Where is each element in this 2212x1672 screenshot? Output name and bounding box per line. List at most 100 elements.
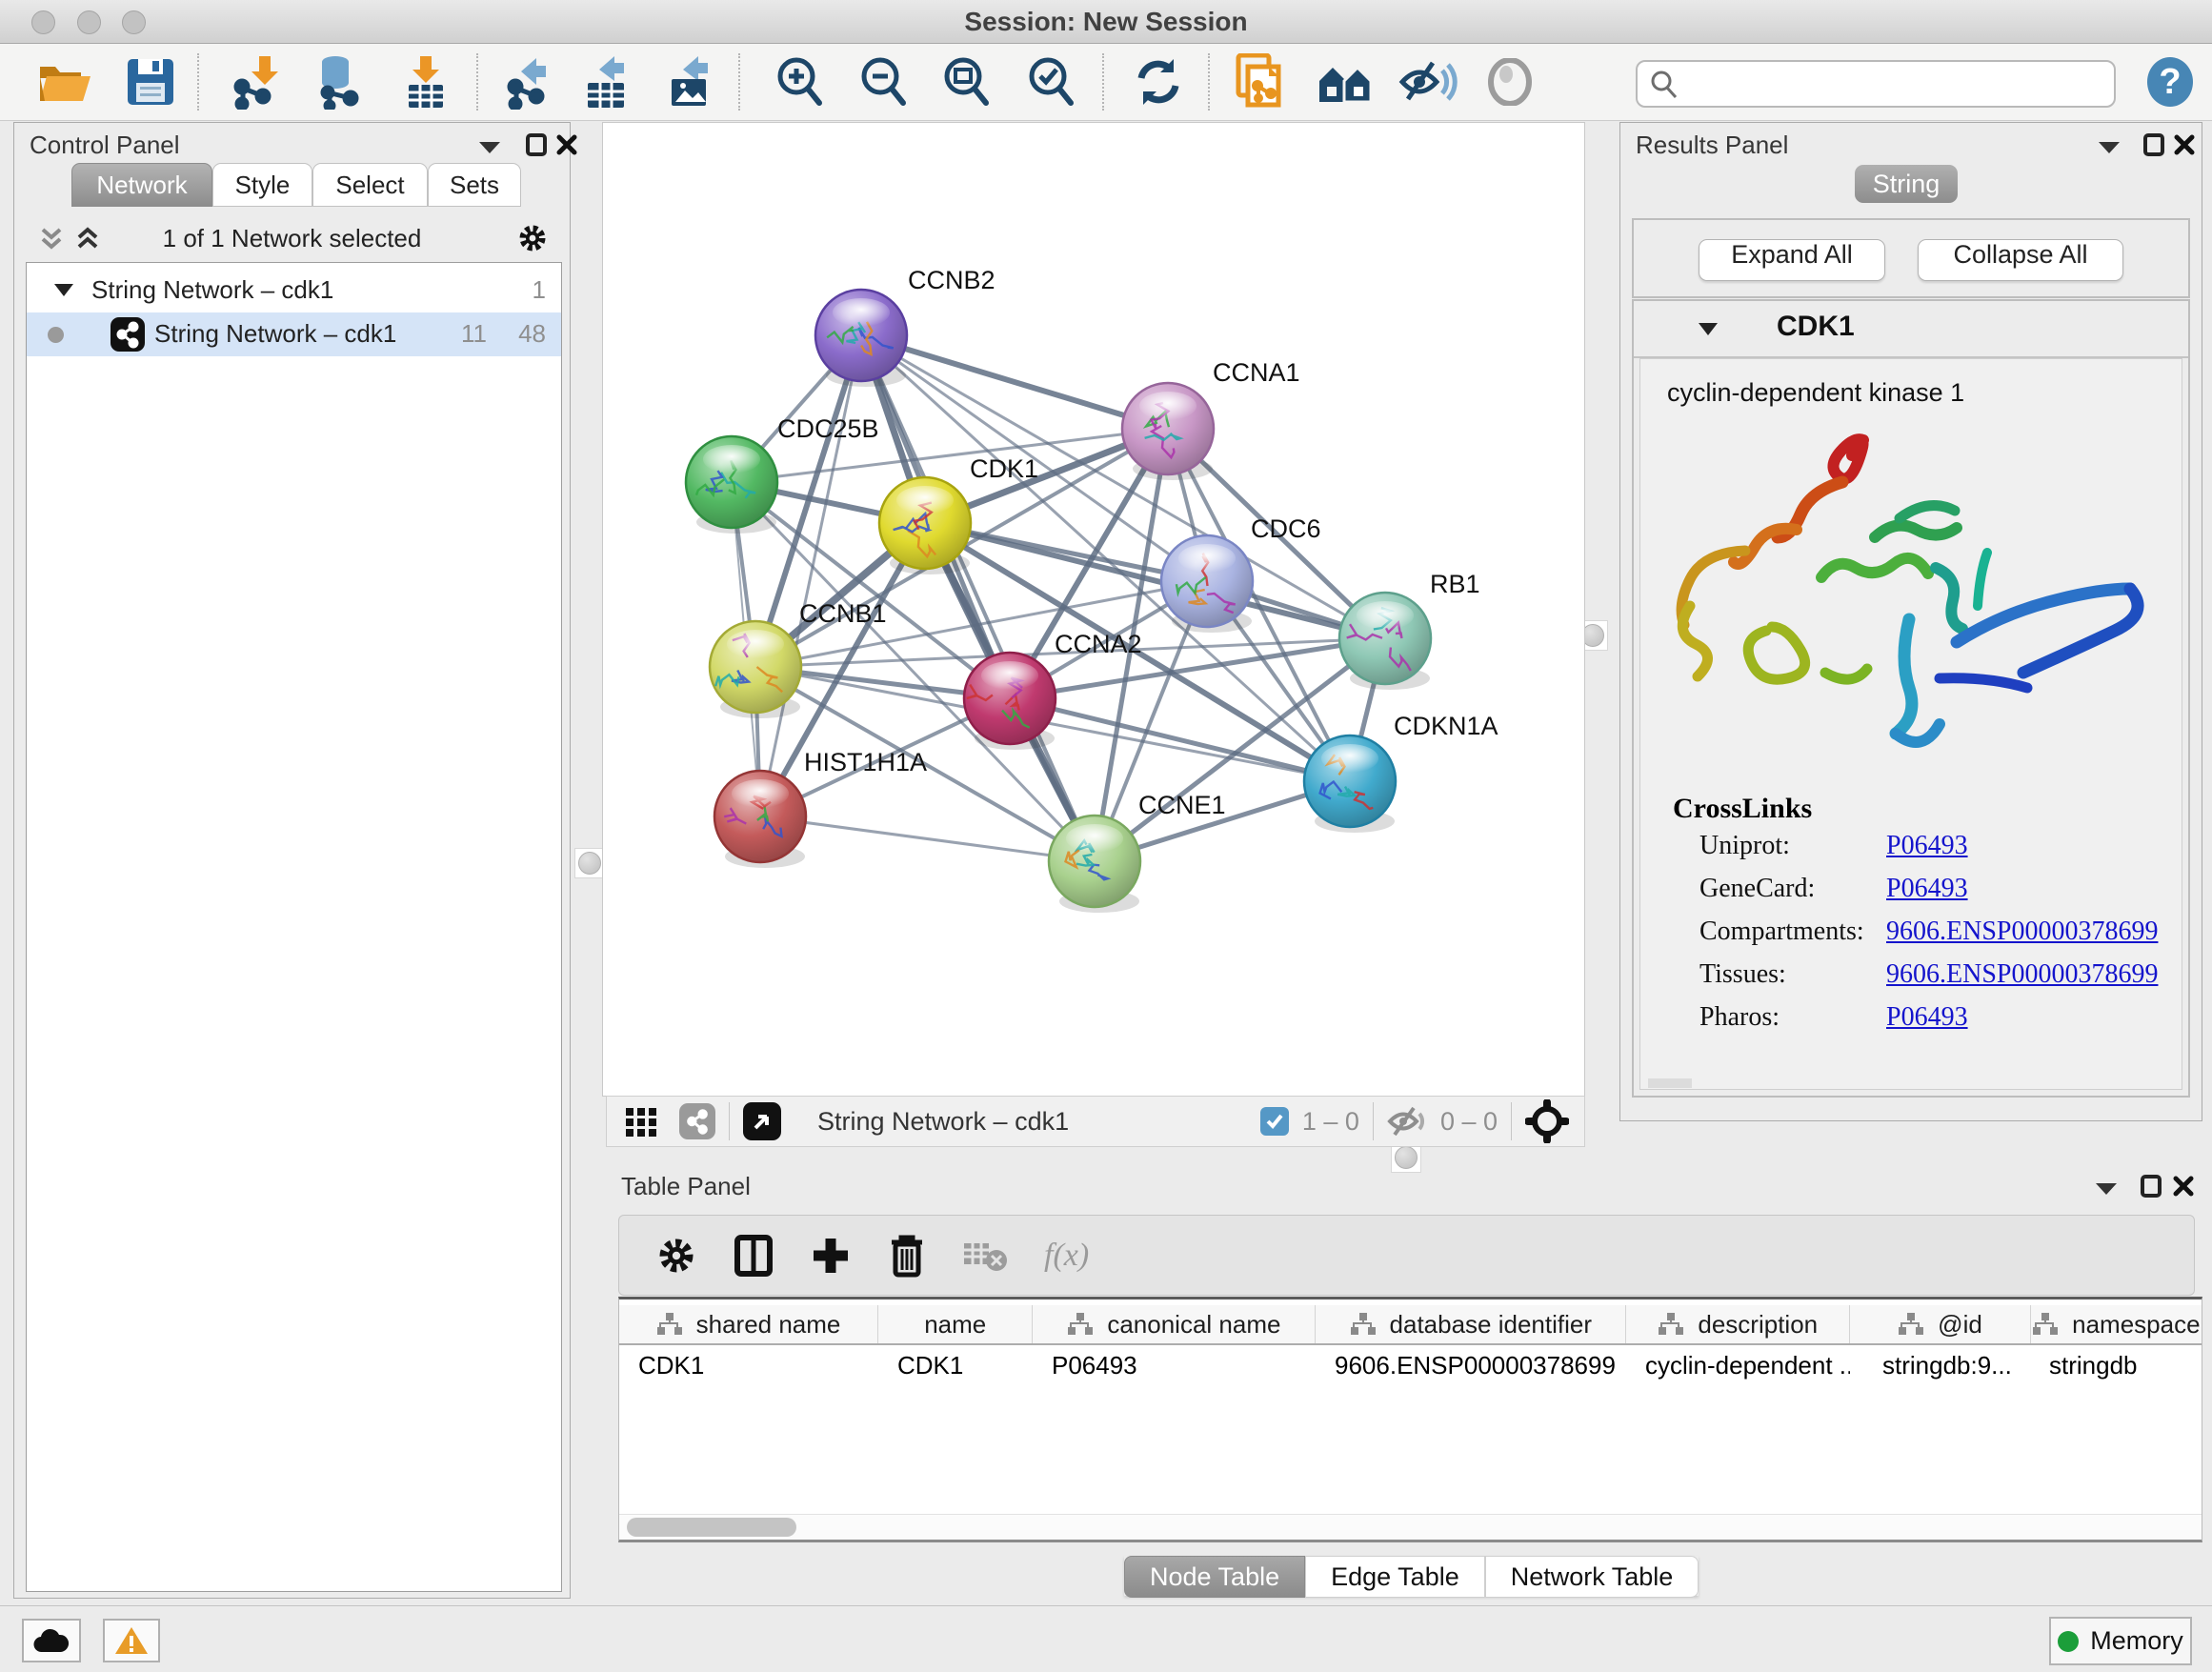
- zoom-in-button[interactable]: [766, 51, 835, 112]
- network-edge[interactable]: [861, 335, 1168, 429]
- network-node-CDKN1A[interactable]: [1304, 735, 1396, 833]
- network-row-selected[interactable]: String Network – cdk1 11 48: [27, 312, 561, 356]
- crosshair-icon[interactable]: [1525, 1099, 1569, 1143]
- show-column-button[interactable]: [734, 1234, 774, 1278]
- show-all-button[interactable]: [1476, 51, 1544, 112]
- tab-edge-table[interactable]: Edge Table: [1305, 1556, 1485, 1598]
- export-network-button[interactable]: [494, 51, 563, 112]
- float-panel-icon[interactable]: [525, 132, 548, 157]
- tab-style[interactable]: Style: [212, 163, 312, 207]
- tab-node-table[interactable]: Node Table: [1124, 1556, 1305, 1598]
- export-image-button[interactable]: [656, 51, 725, 112]
- node-table: shared name name canonical name database…: [618, 1297, 2202, 1542]
- tab-network-table[interactable]: Network Table: [1485, 1556, 1699, 1598]
- zoom-selected-icon: [1025, 55, 1078, 109]
- protein-entry-header[interactable]: CDK1: [1634, 301, 2188, 358]
- network-node-CCNB2[interactable]: [815, 290, 907, 387]
- import-table-button[interactable]: [392, 51, 460, 112]
- selected-nodes-checkbox[interactable]: [1260, 1107, 1289, 1136]
- crosslink-link[interactable]: P06493: [1886, 1002, 1968, 1033]
- network-edge[interactable]: [760, 816, 1095, 861]
- hide-selected-button[interactable]: [1394, 51, 1462, 112]
- network-from-selection-button[interactable]: [1226, 51, 1295, 112]
- column-header[interactable]: namespace: [2031, 1305, 2202, 1343]
- network-node-RB1[interactable]: [1339, 593, 1431, 690]
- network-node-CCNE1[interactable]: [1049, 816, 1140, 913]
- scrollbar-thumb[interactable]: [627, 1518, 796, 1537]
- crosslink-row: GeneCard: P06493: [1640, 874, 2182, 917]
- close-panel-icon[interactable]: [2173, 132, 2196, 157]
- crosslink-link[interactable]: P06493: [1886, 831, 1968, 861]
- network-collection-row[interactable]: String Network – cdk1 1: [27, 269, 561, 312]
- collapse-all-button[interactable]: Collapse All: [1918, 239, 2123, 281]
- tab-string[interactable]: String: [1855, 165, 1958, 203]
- export-table-button[interactable]: [573, 51, 641, 112]
- string-style-icon[interactable]: [679, 1103, 715, 1139]
- network-edge[interactable]: [760, 335, 861, 816]
- table-settings-button[interactable]: [655, 1235, 697, 1277]
- column-header[interactable]: @id: [1850, 1305, 2030, 1343]
- zoom-out-button[interactable]: [850, 51, 918, 112]
- node-label-CCNB2: CCNB2: [908, 266, 995, 294]
- toolbar-separator: [1511, 1102, 1512, 1140]
- table-tabs: Node Table Edge Table Network Table: [1124, 1556, 1699, 1596]
- import-network-from-database-button[interactable]: [305, 51, 373, 112]
- zoom-selected-button[interactable]: [1017, 51, 1086, 112]
- column-header[interactable]: database identifier: [1316, 1305, 1626, 1343]
- network-edge[interactable]: [861, 335, 1095, 861]
- close-panel-icon[interactable]: [2172, 1174, 2195, 1199]
- network-view-title: String Network – cdk1: [817, 1107, 1069, 1137]
- create-column-button[interactable]: [810, 1235, 852, 1277]
- tab-network[interactable]: Network: [71, 163, 212, 207]
- network-node-CDC25B[interactable]: [686, 436, 777, 534]
- tree-expanded-icon[interactable]: [53, 282, 74, 297]
- warnings-button[interactable]: [103, 1619, 160, 1662]
- open-session-button[interactable]: [30, 51, 99, 112]
- column-header[interactable]: canonical name: [1033, 1305, 1316, 1343]
- network-graph[interactable]: CCNB2CCNA1CDC25BCDK1CDC6RB1CCNB1CCNA2CDK…: [603, 123, 1584, 1096]
- horizontal-scrollbar[interactable]: [1648, 1078, 1692, 1088]
- expand-all-button[interactable]: Expand All: [1699, 239, 1885, 281]
- memory-button[interactable]: Memory: [2049, 1617, 2192, 1665]
- birdseye-view-icon[interactable]: [743, 1102, 781, 1140]
- network-node-CDC6[interactable]: [1161, 535, 1253, 633]
- string-network-icon: [111, 317, 145, 352]
- table-row[interactable]: CDK1 CDK1 P06493 9606.ENSP00000378699 cy…: [619, 1345, 2202, 1385]
- grid-view-icon[interactable]: [624, 1104, 658, 1138]
- first-neighbors-button[interactable]: [1312, 51, 1380, 112]
- crosslink-link[interactable]: 9606.ENSP00000378699: [1886, 959, 2158, 990]
- tab-sets[interactable]: Sets: [428, 163, 521, 207]
- entry-expanded-icon[interactable]: [1697, 320, 1719, 337]
- column-header[interactable]: description: [1626, 1305, 1850, 1343]
- network-node-CCNA2[interactable]: [964, 653, 1056, 750]
- save-session-button[interactable]: [116, 51, 185, 112]
- crosslink-link[interactable]: P06493: [1886, 874, 1968, 904]
- collapse-panel-icon[interactable]: [2094, 1179, 2119, 1197]
- close-panel-icon[interactable]: [555, 132, 578, 157]
- apply-layout-button[interactable]: [1124, 51, 1193, 112]
- gear-icon[interactable]: [516, 222, 549, 254]
- help-button[interactable]: ?: [2147, 57, 2193, 107]
- network-canvas[interactable]: CCNB2CCNA1CDC25BCDK1CDC6RB1CCNB1CCNA2CDK…: [602, 122, 1585, 1097]
- crosslink-link[interactable]: 9606.ENSP00000378699: [1886, 917, 2158, 947]
- float-panel-icon[interactable]: [2140, 1174, 2162, 1199]
- import-network-button[interactable]: [223, 51, 292, 112]
- search-input[interactable]: [1687, 66, 2101, 100]
- network-node-CDK1[interactable]: [879, 477, 971, 574]
- network-edge-count: 48: [518, 319, 546, 349]
- zoom-fit-button[interactable]: [933, 51, 1001, 112]
- collapse-panel-icon[interactable]: [477, 138, 502, 155]
- network-node-CCNB1[interactable]: [710, 621, 801, 718]
- table-horizontal-scrollbar[interactable]: [619, 1514, 2202, 1540]
- collapse-panel-icon[interactable]: [2097, 138, 2122, 155]
- node-label-CDKN1A: CDKN1A: [1394, 712, 1498, 740]
- float-panel-icon[interactable]: [2142, 132, 2165, 157]
- column-header[interactable]: name: [878, 1305, 1033, 1343]
- tab-select[interactable]: Select: [312, 163, 428, 207]
- network-node-CCNA1[interactable]: [1122, 383, 1214, 480]
- delete-column-button[interactable]: [888, 1233, 926, 1279]
- left-splitter-handle[interactable]: [574, 848, 605, 878]
- cloud-button[interactable]: [22, 1619, 81, 1662]
- column-header[interactable]: shared name: [619, 1305, 878, 1343]
- network-node-HIST1H1A[interactable]: [714, 771, 806, 868]
